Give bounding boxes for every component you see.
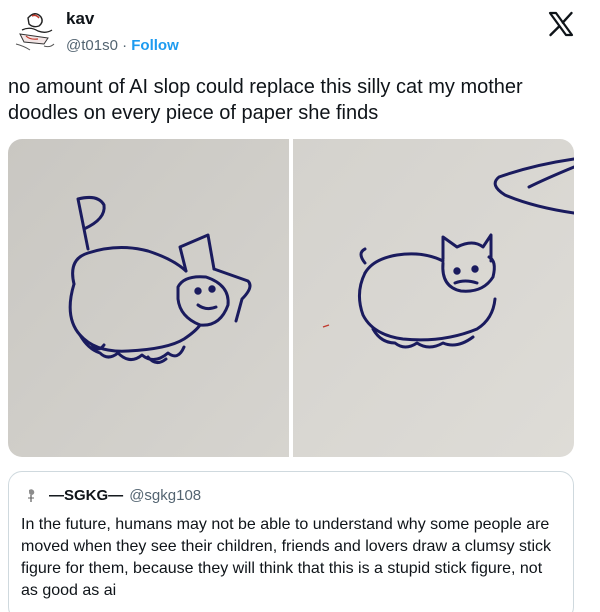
separator-dot: · <box>117 37 132 54</box>
author-avatar[interactable] <box>8 4 62 58</box>
cat-doodle-right-photo[interactable] <box>293 139 574 457</box>
quote-header: —SGKG— @sgkg108 <box>21 484 561 506</box>
follow-button[interactable]: Follow <box>131 37 179 54</box>
quoted-tweet[interactable]: —SGKG— @sgkg108 In the future, humans ma… <box>8 471 574 612</box>
quote-author-name[interactable]: —SGKG— <box>49 487 123 504</box>
quote-text: In the future, humans may not be able to… <box>21 516 552 599</box>
author-handle-line: @t01s0 · Follow <box>66 37 179 54</box>
tweet-media <box>8 139 574 457</box>
author-handle[interactable]: @t01s0 <box>66 37 118 54</box>
quote-author-handle[interactable]: @sgkg108 <box>129 487 201 504</box>
tweet-text: no amount of AI slop could replace this … <box>8 76 523 124</box>
author-name[interactable]: kav <box>66 9 94 29</box>
x-logo-icon[interactable] <box>547 10 575 38</box>
quote-avatar[interactable] <box>21 485 41 505</box>
cat-doodle-left-photo[interactable] <box>8 139 289 457</box>
tweet-header: kav @t01s0 · Follow <box>0 0 600 72</box>
